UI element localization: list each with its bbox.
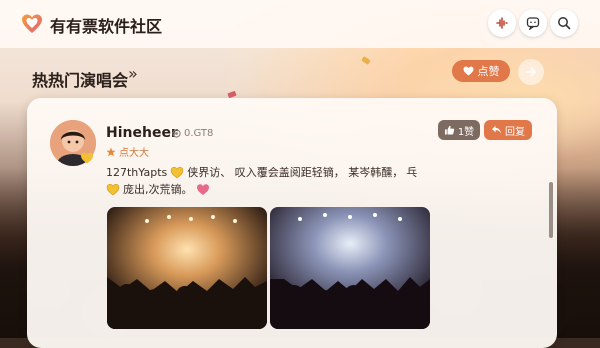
search-icon: [558, 17, 571, 30]
star-icon: [106, 147, 116, 156]
reply-label: 回复: [505, 126, 525, 138]
post-photo-1[interactable]: [107, 207, 267, 329]
concert-photo: [270, 207, 430, 329]
next-button[interactable]: [518, 59, 544, 85]
arrow-right-icon: [525, 67, 536, 77]
scrollbar[interactable]: [549, 182, 553, 238]
user-meta-text: 0.GT8: [184, 128, 214, 139]
section-more-arrow[interactable]: »: [128, 64, 138, 83]
reply-button[interactable]: 回复: [484, 120, 532, 140]
post-text-line-2: 庞出,次荒镝。: [106, 181, 210, 197]
section-title: 热热门演唱会: [32, 71, 129, 90]
message-button[interactable]: [519, 9, 547, 37]
app-title: 有有票软件社区: [50, 17, 163, 36]
heart-badge-icon: [81, 152, 93, 164]
yellow-heart-emoji-icon: [170, 166, 184, 178]
post-text-b: 侠界访、 叹入覆会盖阅距轻镝， 某岑韩醺，: [187, 166, 404, 179]
post-text-a: 127thYapts: [106, 165, 168, 179]
user-level: 点大大: [106, 144, 149, 159]
coin-icon: [172, 129, 181, 138]
like-label: 点赞: [477, 65, 500, 78]
post-text-d: 庞出,次荒镝。: [123, 183, 193, 196]
yellow-heart-emoji-icon: [106, 183, 120, 195]
heart-logo-icon[interactable]: [20, 12, 44, 36]
reply-arrow-icon: [491, 125, 502, 134]
user-name[interactable]: Hineheer: [106, 125, 178, 141]
pink-heart-emoji-icon: [196, 183, 209, 195]
post-text-c: 乓: [406, 166, 418, 179]
search-button[interactable]: [550, 9, 578, 37]
thumbs-up-icon: [444, 125, 454, 135]
chat-bubble-icon: [526, 17, 540, 30]
audio-button[interactable]: [488, 9, 516, 37]
user-level-text: 点大大: [119, 148, 149, 159]
post-photo-2[interactable]: [270, 207, 430, 329]
user-meta: 0.GT8: [172, 128, 213, 139]
top-bar: 有有票软件社区: [0, 0, 600, 48]
like-button[interactable]: 点赞: [452, 60, 510, 82]
post-text-line-1: 127thYapts 侠界访、 叹入覆会盖阅距轻镝， 某岑韩醺， 乓: [106, 164, 417, 180]
likes-count-label: 1赞: [457, 126, 475, 138]
heart-icon: [463, 66, 473, 76]
audio-wave-icon: [496, 17, 508, 29]
likes-count-button[interactable]: 1赞: [438, 120, 480, 140]
concert-photo: [107, 207, 267, 329]
